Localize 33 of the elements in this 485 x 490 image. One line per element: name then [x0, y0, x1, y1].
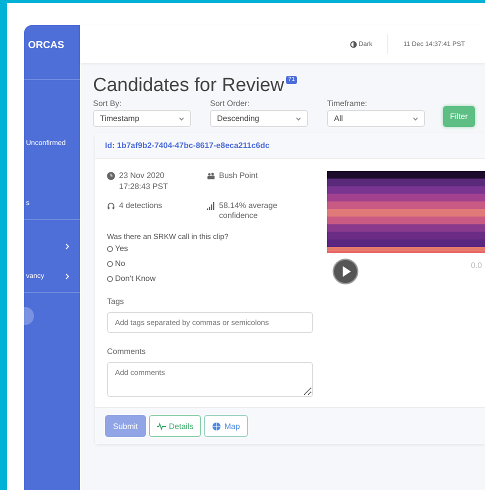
chevron-icon[interactable]	[65, 242, 70, 250]
pulse-icon	[156, 422, 166, 431]
audio-time: 0.0	[470, 261, 482, 270]
candidate-id[interactable]: Id: 1b7af9b2-7404-47bc-8617-e8eca211c6dc	[95, 133, 485, 159]
date-text: 23 Nov 2020 17:28:43 PST	[119, 171, 168, 193]
caret-icon	[179, 116, 184, 120]
chevron-icon[interactable]	[65, 272, 70, 280]
comments-label: Comments	[107, 347, 147, 356]
details-button[interactable]: Details	[148, 415, 202, 438]
play-button[interactable]	[332, 258, 359, 285]
tags-label: Tags	[107, 297, 125, 306]
radio-option[interactable]: No	[107, 259, 126, 268]
filter-label: Sort By:	[93, 99, 122, 108]
filter-label: Sort Order:	[210, 99, 251, 108]
headphones-icon	[107, 202, 115, 210]
select-field[interactable]: Descending	[210, 110, 308, 127]
location-text: Bush Point	[219, 171, 258, 182]
people-icon	[207, 172, 215, 180]
detections-text: 4 detections	[119, 200, 162, 212]
filter-label: Timeframe:	[327, 99, 368, 108]
page-title: Candidates for Review	[93, 75, 284, 97]
caret-icon	[413, 116, 418, 120]
signal-icon	[207, 202, 215, 210]
radio-option[interactable]: Yes	[107, 244, 128, 254]
radio-option[interactable]: Don't Know	[107, 274, 156, 284]
contrast-icon[interactable]	[350, 40, 357, 48]
globe-icon	[212, 422, 222, 431]
clock-icon	[107, 172, 115, 180]
map-button[interactable]: Map	[204, 415, 248, 438]
select-field[interactable]: Timestamp	[93, 110, 191, 127]
select-field[interactable]: All	[327, 110, 425, 127]
confidence-text: 58.14% average confidence	[219, 200, 278, 222]
caret-icon	[296, 116, 301, 120]
